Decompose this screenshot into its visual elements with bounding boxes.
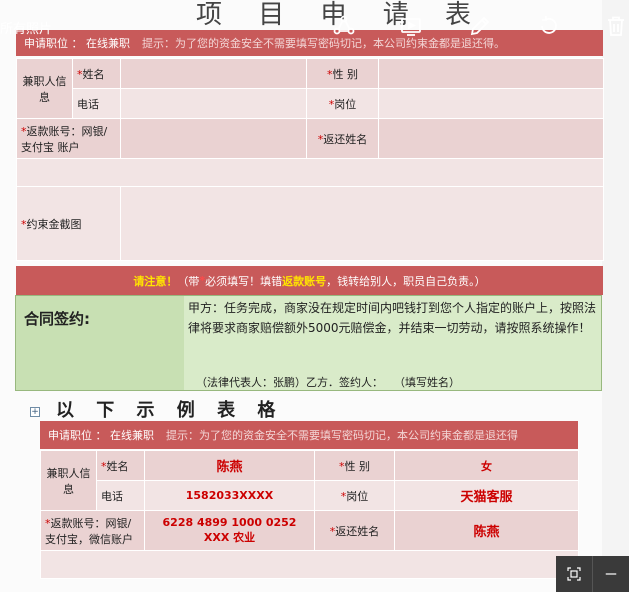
example-name-label: 姓名 [106, 459, 129, 473]
notice-bar: 请注意！ （带 * 必须填写！填错 返款账号 ，钱转给别人，职员自己负责。） [16, 266, 603, 295]
example-gender-label: 性 别 [344, 459, 371, 473]
share-icon[interactable] [332, 14, 356, 38]
viewer-title[interactable]: 所有照片 [0, 18, 52, 37]
notice-attention: 请注意！ [133, 274, 178, 288]
bottom-controls [556, 556, 629, 592]
example-account-value: 6228 4899 1000 0252 XXX 农业 [144, 510, 315, 551]
phone-cell[interactable] [120, 88, 307, 119]
application-form-table: 兼职人信息 *姓名 *性 别 电话 *岗位 *返款账号：网银/支付宝 账户 *返… [16, 58, 604, 261]
contract-label: 合同签约: [24, 310, 90, 328]
name-cell[interactable] [120, 58, 307, 89]
example-header-bar: 申请职位 ： 在线兼职 提示：为了您的资金安全不需要填写密码切记，本公司约束金都… [40, 421, 578, 449]
account-cell[interactable] [120, 118, 307, 159]
example-phone-label: 电话 [96, 480, 145, 511]
fit-screen-icon[interactable] [556, 556, 592, 592]
example-return-name-label: 返还姓名 [335, 524, 380, 538]
screenshot-label: 约束金截图 [26, 217, 82, 231]
example-form-table: 兼职人信息 *姓名 陈燕 *性 别 女 电话 1582033XXXX *岗位 天… [40, 450, 579, 579]
zoom-out-icon[interactable] [592, 556, 629, 592]
example-title: 以 下 示 例 表 格 [56, 400, 284, 421]
example-return-name-value: 陈燕 [394, 510, 579, 551]
contract-section: 合同签约: 甲方：任务完成，商家没在规定时间内吧钱打到您个人指定的账户上，按照法… [15, 295, 602, 391]
group-label: 兼职人信息 [16, 58, 73, 119]
blank-row [16, 158, 604, 187]
example-name-value: 陈燕 [144, 450, 315, 481]
notice-highlight: 返款账号 [282, 274, 327, 288]
delete-icon[interactable] [604, 14, 628, 38]
post-label: 岗位 [334, 97, 357, 111]
contract-text: 甲方：任务完成，商家没在规定时间内吧钱打到您个人指定的账户上，按照法律将要求商家… [188, 301, 597, 335]
rotate-icon[interactable] [537, 14, 561, 38]
example-gender-value: 女 [394, 450, 579, 481]
return-name-cell[interactable] [378, 118, 604, 159]
gender-label: 性 别 [332, 67, 359, 81]
return-name-label: 返还姓名 [323, 132, 368, 146]
phone-label: 电话 [72, 88, 121, 119]
edit-icon[interactable] [468, 14, 492, 38]
example-phone-value: 1582033XXXX [144, 480, 315, 511]
account-label: 返款账号：网银/支付宝 账户 [21, 124, 108, 154]
name-label: 姓名 [82, 67, 105, 81]
example-post-value: 天猫客服 [394, 480, 579, 511]
document-image: 项 目 申 请 表 申请职位 ： 在线兼职 提示：为了您的资金安全不需要填写密码… [0, 0, 629, 592]
viewer-edge [602, 0, 629, 592]
gender-cell[interactable] [378, 58, 604, 89]
example-hint-text: 提示：为了您的资金安全不需要填写密码切记，本公司约束金都是退还得 [166, 429, 518, 442]
viewer-toolbar: 所有照片 [0, 0, 629, 50]
expand-plus-icon: + [30, 407, 40, 417]
slideshow-icon[interactable] [399, 14, 423, 38]
example-post-label: 岗位 [346, 489, 369, 503]
example-position-text: 申请职位 ： 在线兼职 [48, 429, 154, 442]
example-account-label: 返款账号：网银/支付宝，微信账户 [45, 516, 133, 546]
example-blank-row [40, 550, 579, 579]
screenshot-cell[interactable] [120, 186, 604, 261]
example-group-label: 兼职人信息 [40, 450, 97, 511]
contract-sign: （法律代表人：张鹏）乙方．签约人： （填写姓名） [196, 376, 460, 389]
post-cell[interactable] [378, 88, 604, 119]
